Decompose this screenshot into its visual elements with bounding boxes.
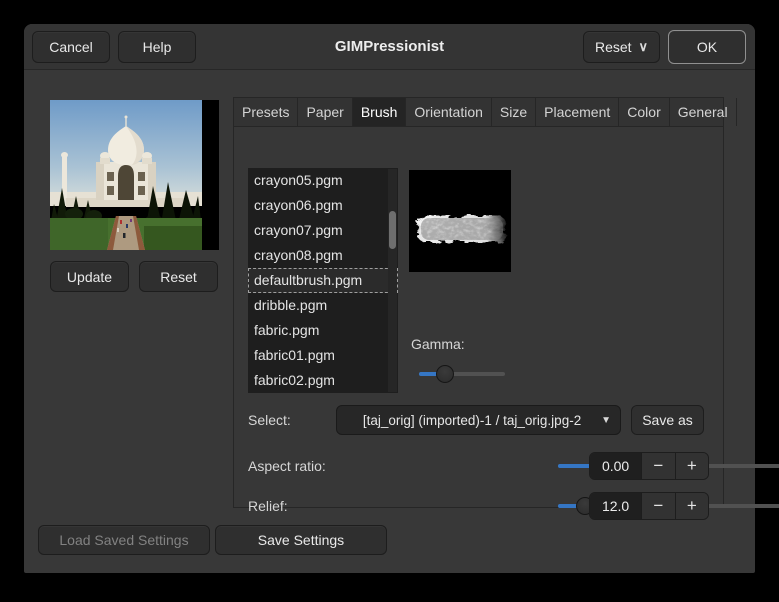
aspect-ratio-value[interactable]: 0.00 bbox=[590, 453, 642, 479]
tab-size[interactable]: Size bbox=[492, 98, 537, 126]
dialog-header: GIMPressionist Cancel Help Reset ∨ OK bbox=[24, 24, 755, 70]
save-settings-button[interactable]: Save Settings bbox=[215, 525, 387, 555]
tab-bar: Presets Paper Brush Orientation Size Pla… bbox=[233, 97, 737, 127]
ok-button[interactable]: OK bbox=[668, 30, 746, 64]
gamma-slider[interactable] bbox=[419, 365, 505, 383]
save-as-button[interactable]: Save as bbox=[631, 405, 704, 435]
tab-presets[interactable]: Presets bbox=[234, 98, 299, 126]
brush-tab-panel: crayon05.pgm crayon06.pgm crayon07.pgm c… bbox=[233, 127, 779, 520]
help-button[interactable]: Help bbox=[118, 31, 196, 63]
list-item[interactable]: crayon05.pgm bbox=[248, 168, 398, 193]
tab-placement[interactable]: Placement bbox=[536, 98, 620, 126]
list-scrollbar[interactable] bbox=[388, 169, 397, 392]
select-label: Select: bbox=[248, 412, 291, 428]
chevron-down-icon: ∨ bbox=[638, 39, 649, 54]
increment-icon[interactable]: + bbox=[674, 493, 708, 519]
reset-dropdown-button[interactable]: Reset ∨ bbox=[583, 31, 660, 63]
relief-label: Relief: bbox=[248, 498, 288, 514]
aspect-ratio-label: Aspect ratio: bbox=[248, 458, 326, 474]
tab-color[interactable]: Color bbox=[619, 98, 670, 126]
decrement-icon[interactable]: − bbox=[641, 493, 675, 519]
update-button[interactable]: Update bbox=[50, 261, 129, 292]
list-item[interactable]: fabric01.pgm bbox=[248, 343, 398, 368]
scrollbar-thumb[interactable] bbox=[389, 211, 396, 249]
list-item-selected[interactable]: defaultbrush.pgm bbox=[248, 268, 398, 293]
taj-mahal-preview bbox=[50, 100, 202, 250]
list-item[interactable]: crayon08.pgm bbox=[248, 243, 398, 268]
dropdown-selected-value: [taj_orig] (imported)-1 / taj_orig.jpg-2 bbox=[362, 412, 582, 428]
preview-reset-button[interactable]: Reset bbox=[139, 261, 218, 292]
gimpressionist-dialog: GIMPressionist Cancel Help Reset ∨ OK Up… bbox=[24, 24, 779, 573]
decrement-icon[interactable]: − bbox=[641, 453, 675, 479]
drawable-select-dropdown[interactable]: [taj_orig] (imported)-1 / taj_orig.jpg-2… bbox=[336, 405, 621, 435]
brush-preview-image bbox=[409, 170, 511, 272]
list-item[interactable]: fabric02.pgm bbox=[248, 368, 398, 393]
slider-knob[interactable] bbox=[435, 365, 454, 383]
list-item[interactable]: crayon06.pgm bbox=[248, 193, 398, 218]
list-item[interactable]: dribble.pgm bbox=[248, 293, 398, 318]
tab-brush[interactable]: Brush bbox=[352, 98, 407, 126]
list-item[interactable]: crayon07.pgm bbox=[248, 218, 398, 243]
gamma-label: Gamma: bbox=[411, 336, 465, 352]
tab-orientation[interactable]: Orientation bbox=[406, 98, 492, 126]
increment-icon[interactable]: + bbox=[674, 453, 708, 479]
tab-paper[interactable]: Paper bbox=[298, 98, 353, 126]
list-item[interactable]: fabric.pgm bbox=[248, 318, 398, 343]
brush-file-list: crayon05.pgm crayon06.pgm crayon07.pgm c… bbox=[248, 168, 398, 393]
relief-value[interactable]: 12.0 bbox=[590, 493, 642, 519]
screen: GIMPressionist Cancel Help Reset ∨ OK Up… bbox=[0, 0, 779, 602]
load-saved-settings-button: Load Saved Settings bbox=[38, 525, 210, 555]
relief-spinbox: 12.0 − + bbox=[589, 492, 709, 520]
dropdown-arrow-icon: ▼ bbox=[601, 414, 611, 426]
tab-strip-filler bbox=[737, 98, 753, 126]
source-preview-image bbox=[50, 100, 219, 250]
aspect-ratio-spinbox: 0.00 − + bbox=[589, 452, 709, 480]
cancel-button[interactable]: Cancel bbox=[32, 31, 110, 63]
tab-general[interactable]: General bbox=[670, 98, 737, 126]
settings-notebook: Presets Paper Brush Orientation Size Pla… bbox=[233, 97, 779, 520]
